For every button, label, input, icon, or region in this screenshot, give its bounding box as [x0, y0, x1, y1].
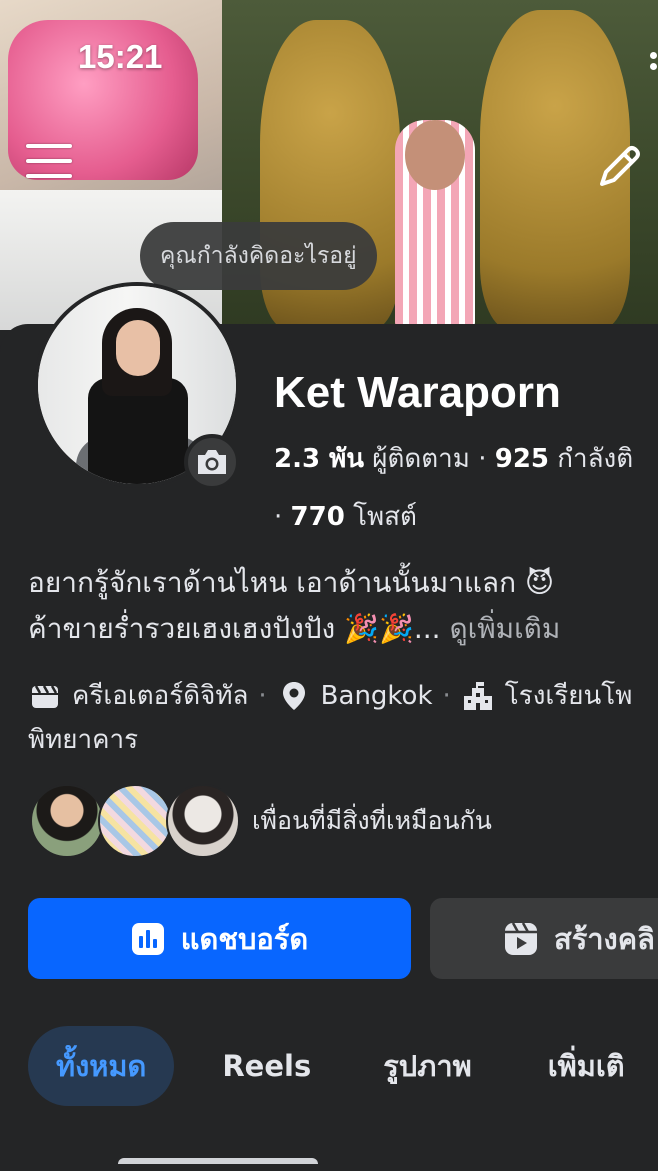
- following-count[interactable]: 925: [495, 444, 549, 474]
- clapperboard-icon: [28, 679, 62, 713]
- create-label: สร้างคลิ: [554, 921, 655, 956]
- intro-details: ครีเอเตอร์ดิจิทัล · Bangkok · โรงเรียนโพ…: [28, 674, 658, 762]
- category-text[interactable]: ครีเอเตอร์ดิจิทัล: [72, 674, 248, 718]
- separator: ·: [478, 444, 487, 474]
- school-text[interactable]: โรงเรียนโพ: [505, 674, 633, 718]
- profile-stats: 2.3 พัน ผู้ติดตาม · 925 กำลังติ: [274, 438, 633, 479]
- separator: ·: [442, 681, 451, 711]
- location-pin-icon: [277, 679, 311, 713]
- profile-posts: · 770 โพสต์: [274, 496, 417, 537]
- profile-name: Ket Waraporn: [274, 368, 561, 417]
- separator: ·: [274, 502, 283, 532]
- pencil-icon[interactable]: [592, 140, 646, 194]
- status-icons: [650, 52, 658, 76]
- child-head: [405, 120, 465, 190]
- cropped-content: [118, 1158, 318, 1171]
- location-text[interactable]: Bangkok: [321, 674, 433, 718]
- tab-more[interactable]: เพิ่มเติ: [548, 1026, 625, 1106]
- hamburger-icon[interactable]: [26, 144, 74, 188]
- school-text-continued[interactable]: พิทยาคาร: [28, 718, 658, 762]
- school-building-icon: [461, 679, 495, 713]
- dashboard-label: แดชบอร์ด: [180, 921, 309, 956]
- camera-icon[interactable]: [184, 434, 240, 490]
- mutual-friend-avatar: [30, 784, 104, 858]
- tab-photos[interactable]: รูปภาพ: [383, 1026, 472, 1106]
- reels-icon: [504, 921, 538, 956]
- dashboard-button[interactable]: แดชบอร์ด: [28, 898, 411, 979]
- followers-count[interactable]: 2.3 พัน: [274, 444, 364, 474]
- see-more-link[interactable]: ดูเพิ่มเติม: [441, 612, 560, 645]
- tab-reels[interactable]: Reels: [222, 1026, 311, 1106]
- separator: ·: [258, 681, 267, 711]
- following-label[interactable]: กำลังติ: [557, 444, 633, 474]
- mutual-friend-avatar: [166, 784, 240, 858]
- bio: อยากรู้จักเราด้านไหน เอาด้านนั้นมาแลก 😈 …: [28, 560, 658, 652]
- bio-line-2: ค้าขายร่ำรวยเฮงเฮงปังปัง 🎉🎉...: [28, 612, 441, 645]
- posts-label: โพสต์: [353, 502, 417, 532]
- posts-count: 770: [290, 502, 345, 532]
- bio-line-1: อยากรู้จักเราด้านไหน เอาด้านนั้นมาแลก 😈: [28, 566, 555, 599]
- mutual-friends-label: เพื่อนที่มีสิ่งที่เหมือนกัน: [252, 806, 492, 835]
- mutual-friends[interactable]: เพื่อนที่มีสิ่งที่เหมือนกัน: [30, 784, 492, 858]
- followers-label[interactable]: ผู้ติดตาม: [372, 444, 470, 474]
- bar-chart-icon: [131, 922, 165, 956]
- status-time: 15:21: [78, 38, 163, 75]
- create-reel-button[interactable]: สร้างคลิ: [430, 898, 658, 979]
- mutual-friend-avatar: [98, 784, 172, 858]
- profile-tabs: ทั้งหมด Reels รูปภาพ เพิ่มเติ: [28, 1026, 658, 1106]
- thought-bubble[interactable]: คุณกำลังคิดอะไรอยู่: [140, 222, 377, 290]
- tab-all[interactable]: ทั้งหมด: [28, 1026, 175, 1106]
